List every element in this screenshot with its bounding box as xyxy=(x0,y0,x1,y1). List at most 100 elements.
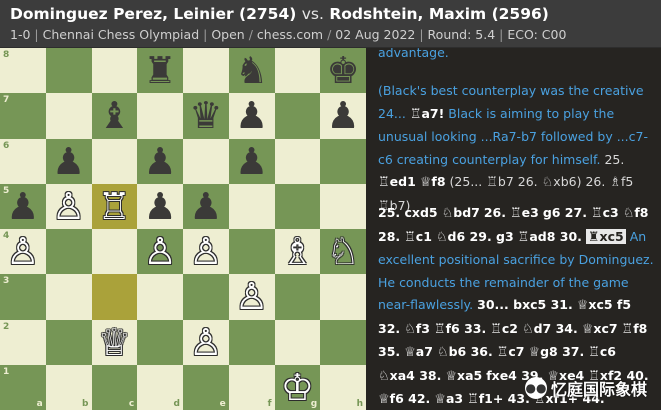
white-pawn-icon[interactable]: ♙ xyxy=(144,233,177,270)
square-c5[interactable]: ♖ xyxy=(91,183,138,229)
black-queen-icon[interactable]: ♛ xyxy=(189,97,222,134)
square-f4[interactable] xyxy=(228,229,275,275)
square-h2[interactable] xyxy=(320,319,366,365)
move-qf6[interactable]: ♕f6 42. xyxy=(378,391,430,407)
square-b8[interactable] xyxy=(45,48,92,94)
square-e6[interactable] xyxy=(183,138,229,184)
square-f1[interactable]: f xyxy=(228,364,275,410)
square-g8[interactable] xyxy=(274,48,321,94)
move-rf6[interactable]: ♖f6 33. xyxy=(434,321,486,337)
square-c1[interactable]: c xyxy=(91,364,138,410)
square-f2[interactable] xyxy=(228,319,275,365)
move-nxb6[interactable]: ♘xb6) xyxy=(542,174,582,190)
square-h5[interactable] xyxy=(320,183,366,229)
move-rf1[interactable]: ♖f1+ 43. xyxy=(467,391,530,407)
black-pawn-icon[interactable]: ♟ xyxy=(189,188,222,225)
white-pawn-icon[interactable]: ♙ xyxy=(189,324,222,361)
square-g2[interactable] xyxy=(274,319,321,365)
move-qf8[interactable]: ♕f8 xyxy=(420,174,446,190)
white-pawn-icon[interactable]: ♙ xyxy=(6,233,39,270)
black-pawn-icon[interactable]: ♟ xyxy=(52,143,85,180)
black-pawn-icon[interactable]: ♟ xyxy=(6,188,39,225)
move-qxa5[interactable]: ♕xa5 xyxy=(445,368,482,384)
move-re3[interactable]: ♖e3 xyxy=(510,205,539,221)
square-c2[interactable]: ♕ xyxy=(91,319,138,365)
move-rc7[interactable]: ♖c7 xyxy=(497,344,525,360)
move-red1[interactable]: ♖ed1 xyxy=(378,174,416,190)
move-nd7[interactable]: ♘d7 34. xyxy=(522,321,578,337)
white-knight-icon[interactable]: ♘ xyxy=(327,233,360,270)
square-e3[interactable] xyxy=(183,274,229,320)
move-bf5[interactable]: ♗f5 xyxy=(609,174,633,190)
square-g4[interactable]: ♗ xyxy=(274,229,321,275)
move-rc3[interactable]: ♖c3 xyxy=(591,205,619,221)
white-bishop-icon[interactable]: ♗ xyxy=(281,233,314,270)
move-qg8[interactable]: ♕g8 37. xyxy=(528,344,584,360)
square-c3[interactable] xyxy=(91,274,138,320)
square-g6[interactable] xyxy=(274,138,321,184)
square-b4[interactable] xyxy=(45,229,92,275)
move-cxd5[interactable]: 25. cxd5 xyxy=(378,205,438,220)
white-pawn-icon[interactable]: ♙ xyxy=(189,233,222,270)
move-qxc7[interactable]: ♕xc7 xyxy=(582,321,618,337)
move-nxa4[interactable]: ♘xa4 38. xyxy=(378,368,441,384)
square-h7[interactable]: ♟ xyxy=(320,93,366,139)
square-b2[interactable] xyxy=(45,319,92,365)
black-player-name[interactable]: Rodshtein, Maxim (2596) xyxy=(329,5,549,23)
square-a7[interactable]: 7 xyxy=(0,93,46,139)
square-e5[interactable]: ♟ xyxy=(183,183,229,229)
square-f5[interactable] xyxy=(228,183,275,229)
square-g5[interactable] xyxy=(274,183,321,229)
black-rook-icon[interactable]: ♜ xyxy=(144,52,177,89)
square-a6[interactable]: 6 xyxy=(0,138,46,184)
square-h1[interactable]: h xyxy=(320,364,366,410)
black-pawn-icon[interactable]: ♟ xyxy=(235,143,268,180)
black-knight-icon[interactable]: ♞ xyxy=(235,52,268,89)
move-rc6[interactable]: ♖c6 xyxy=(588,344,616,360)
square-d1[interactable]: d xyxy=(137,364,183,410)
move-rc1[interactable]: ♖c1 xyxy=(404,229,432,245)
white-player-name[interactable]: Dominguez Perez, Leinier (2754) xyxy=(10,5,296,23)
square-d6[interactable]: ♟ xyxy=(137,138,183,184)
square-f7[interactable]: ♟ xyxy=(228,93,275,139)
square-f6[interactable]: ♟ xyxy=(228,138,275,184)
square-d2[interactable] xyxy=(137,319,183,365)
move-nd6[interactable]: ♘d6 29. g3 xyxy=(436,229,514,245)
square-g1[interactable]: g ♔ xyxy=(274,364,321,410)
white-pawn-icon[interactable]: ♙ xyxy=(52,188,85,225)
square-b6[interactable]: ♟ xyxy=(45,138,92,184)
square-h3[interactable] xyxy=(320,274,366,320)
square-c4[interactable] xyxy=(91,229,138,275)
black-pawn-icon[interactable]: ♟ xyxy=(144,143,177,180)
square-c8[interactable] xyxy=(91,48,138,94)
black-bishop-icon[interactable]: ♝ xyxy=(98,97,131,134)
black-pawn-icon[interactable]: ♟ xyxy=(235,97,268,134)
square-d7[interactable] xyxy=(137,93,183,139)
square-h4[interactable]: ♘ xyxy=(320,229,366,275)
square-a1[interactable]: 1a xyxy=(0,364,46,410)
square-a3[interactable]: 3 xyxy=(0,274,46,320)
current-move-rxc5[interactable]: ♜xc5 xyxy=(585,228,626,245)
square-a8[interactable]: 8 xyxy=(0,48,46,94)
square-c6[interactable] xyxy=(91,138,138,184)
move-nb6[interactable]: ♘b6 36. xyxy=(437,344,493,360)
square-f8[interactable]: ♞ xyxy=(228,48,275,94)
square-a4[interactable]: 4 ♙ xyxy=(0,229,46,275)
square-d4[interactable]: ♙ xyxy=(137,229,183,275)
square-e2[interactable]: ♙ xyxy=(183,319,229,365)
square-e4[interactable]: ♙ xyxy=(183,229,229,275)
move-rc2[interactable]: ♖c2 xyxy=(490,321,518,337)
move-bxc5[interactable]: 30... bxc5 31. xyxy=(477,297,573,312)
black-king-icon[interactable]: ♚ xyxy=(327,52,360,89)
white-queen-icon[interactable]: ♕ xyxy=(98,324,131,361)
move-g6[interactable]: g6 27. xyxy=(543,205,587,220)
black-pawn-icon[interactable]: ♟ xyxy=(144,188,177,225)
chess-board[interactable]: 8 ♜ ♞ ♚ 7 ♝ ♛ ♟ ♟ 6 ♟ ♟ ♟ 5 ♟ ♙ ♖ ♟ ♟ 4 ♙ ♙ ♙ ♗ ♘ 3 ♙ 2 ♕ ♙ 1 a b c d e f g ♔ h xyxy=(0,48,366,410)
square-e8[interactable] xyxy=(183,48,229,94)
white-king-icon[interactable]: ♔ xyxy=(281,369,314,406)
move-ra7[interactable]: ♖a7! xyxy=(410,106,445,122)
square-b3[interactable] xyxy=(45,274,92,320)
square-b1[interactable]: b xyxy=(45,364,92,410)
move-qa3[interactable]: ♕a3 xyxy=(434,391,463,407)
square-c7[interactable]: ♝ xyxy=(91,93,138,139)
